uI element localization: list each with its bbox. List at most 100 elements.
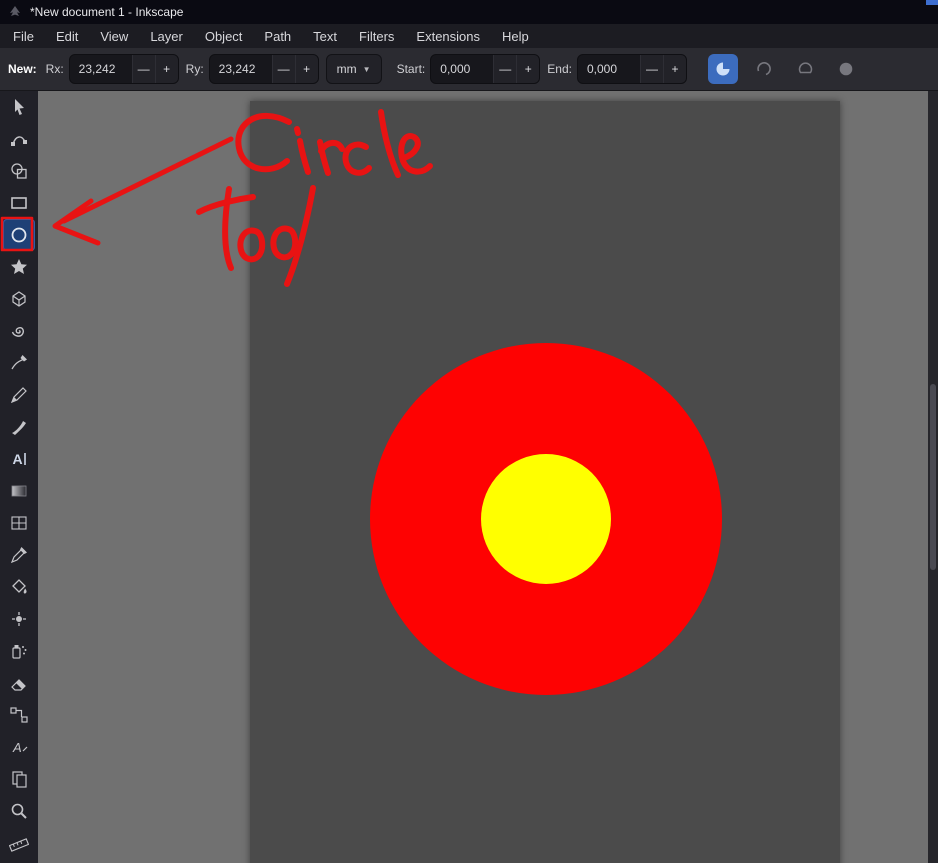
eraser-icon — [11, 679, 26, 691]
menu-object[interactable]: Object — [194, 27, 254, 46]
menu-extensions[interactable]: Extensions — [405, 27, 491, 46]
unit-value: mm — [336, 62, 357, 76]
paint-bucket-tool[interactable] — [3, 571, 35, 603]
shape-builder-icon — [11, 163, 27, 179]
pencil-icon — [10, 387, 27, 404]
ry-decrement-button[interactable]: — — [271, 55, 295, 83]
lpe-tool[interactable]: A — [3, 731, 35, 763]
end-field: End: 0,000 — + — [547, 54, 687, 84]
paint-bucket-icon — [12, 579, 27, 594]
rx-decrement-button[interactable]: — — [131, 55, 155, 83]
ellipse-tool[interactable] — [3, 219, 35, 251]
box-3d-tool[interactable] — [3, 283, 35, 315]
tweak-icon — [12, 612, 26, 626]
rx-label: Rx: — [45, 62, 64, 76]
rx-spinbox[interactable]: 23,242 — + — [68, 54, 179, 84]
menu-filters[interactable]: Filters — [348, 27, 405, 46]
ellipse-mode-arc-button[interactable] — [749, 54, 779, 84]
rx-increment-button[interactable]: + — [154, 55, 178, 83]
selector-icon — [15, 99, 24, 115]
end-label: End: — [547, 62, 572, 76]
ry-spinbox[interactable]: 23,242 — + — [208, 54, 319, 84]
ry-value[interactable]: 23,242 — [210, 55, 272, 83]
inkscape-logo-icon — [10, 6, 20, 16]
start-field: Start: 0,000 — + — [397, 54, 541, 84]
menu-bar: File Edit View Layer Object Path Text Filters Ex… — [0, 24, 938, 48]
ellipse-mode-chord-button[interactable] — [790, 54, 820, 84]
page[interactable] — [250, 101, 840, 863]
unit-dropdown[interactable]: mm ▼ — [325, 54, 382, 84]
end-spinbox[interactable]: 0,000 — + — [576, 54, 687, 84]
star-icon — [11, 259, 27, 274]
mesh-gradient-icon — [11, 516, 27, 530]
start-increment-button[interactable]: + — [516, 55, 540, 83]
toolbox: AA — [0, 91, 38, 863]
ry-increment-button[interactable]: + — [294, 55, 318, 83]
spiral-icon — [11, 327, 24, 337]
pages-tool[interactable] — [3, 763, 35, 795]
gradient-tool[interactable] — [3, 475, 35, 507]
window-title: *New document 1 - Inkscape — [30, 5, 184, 19]
canvas[interactable] — [38, 91, 938, 863]
menu-file[interactable]: File — [2, 27, 45, 46]
chord-icon — [798, 62, 813, 74]
node-editor-tool[interactable] — [3, 123, 35, 155]
gradient-icon — [11, 485, 27, 497]
tweak-tool[interactable] — [3, 603, 35, 635]
start-spinbox[interactable]: 0,000 — + — [430, 54, 541, 84]
start-decrement-button[interactable]: — — [493, 55, 517, 83]
menu-view[interactable]: View — [89, 27, 139, 46]
main-area: AA — [0, 91, 938, 863]
measure-icon — [9, 838, 29, 852]
menu-layer[interactable]: Layer — [139, 27, 194, 46]
calligraphy-tool[interactable] — [3, 411, 35, 443]
end-decrement-button[interactable]: — — [639, 55, 663, 83]
whole-icon — [839, 62, 853, 76]
pen-tool[interactable] — [3, 347, 35, 379]
end-increment-button[interactable]: + — [662, 55, 686, 83]
selector-tool[interactable] — [3, 91, 35, 123]
text-tool[interactable]: A — [3, 443, 35, 475]
dropper-tool[interactable] — [3, 539, 35, 571]
eraser-tool[interactable] — [3, 667, 35, 699]
menu-text[interactable]: Text — [302, 27, 348, 46]
slice-icon — [716, 62, 730, 76]
shape-builder-tool[interactable] — [3, 155, 35, 187]
ellipse-tool-options-bar: New: Rx: 23,242 — + Ry: 23,242 — + mm ▼ … — [0, 48, 938, 91]
node-editor-icon — [11, 136, 27, 146]
measure-tool[interactable] — [3, 827, 35, 859]
text-icon: A — [13, 451, 26, 467]
spiral-tool[interactable] — [3, 315, 35, 347]
rx-value[interactable]: 23,242 — [70, 55, 132, 83]
pen-icon — [11, 355, 27, 370]
menu-help[interactable]: Help — [491, 27, 540, 46]
ellipse-mode-whole-button[interactable] — [831, 54, 861, 84]
yellow-circle-shape[interactable] — [481, 454, 611, 584]
zoom-icon — [11, 803, 27, 819]
calligraphy-icon — [12, 421, 26, 435]
title-bar: *New document 1 - Inkscape — [0, 0, 938, 24]
menu-edit[interactable]: Edit — [45, 27, 89, 46]
ellipse-mode-buttons — [707, 54, 861, 84]
start-value[interactable]: 0,000 — [431, 55, 493, 83]
connector-tool[interactable] — [3, 699, 35, 731]
zoom-tool[interactable] — [3, 795, 35, 827]
lpe-icon: A — [12, 740, 28, 755]
pencil-tool[interactable] — [3, 379, 35, 411]
spray-tool[interactable] — [3, 635, 35, 667]
ellipse-mode-slice-button[interactable] — [707, 54, 738, 84]
end-value[interactable]: 0,000 — [578, 55, 640, 83]
svg-text:A: A — [13, 451, 23, 467]
ry-field: Ry: 23,242 — + — [186, 54, 319, 84]
star-tool[interactable] — [3, 251, 35, 283]
connector-icon — [10, 707, 28, 723]
mesh-gradient-tool[interactable] — [3, 507, 35, 539]
vertical-scrollbar[interactable] — [928, 91, 938, 863]
menu-path[interactable]: Path — [253, 27, 302, 46]
arc-icon — [757, 62, 771, 76]
chevron-down-icon: ▼ — [362, 64, 371, 74]
spray-icon — [12, 645, 27, 659]
vertical-scrollbar-thumb[interactable] — [930, 384, 936, 570]
rx-field: Rx: 23,242 — + — [46, 54, 179, 84]
rectangle-tool[interactable] — [3, 187, 35, 219]
